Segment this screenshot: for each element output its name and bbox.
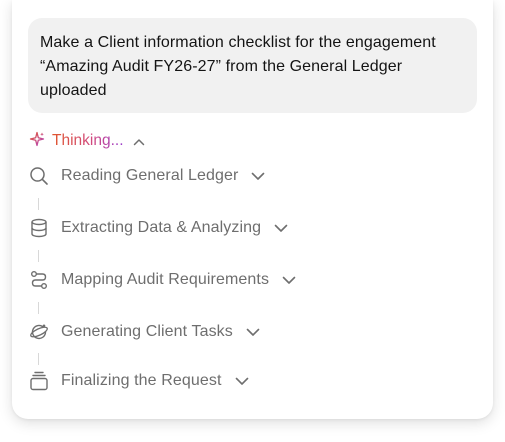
step-label: Generating Client Tasks [61, 323, 233, 340]
thinking-label: Thinking... [52, 132, 124, 149]
step-extracting-data[interactable]: Extracting Data & Analyzing [29, 216, 469, 240]
search-icon [29, 166, 49, 186]
chat-panel: Make a Client information checklist for … [12, 0, 493, 419]
orbit-icon [29, 322, 49, 342]
chevron-down-icon[interactable] [282, 276, 296, 285]
step-connector [38, 353, 39, 365]
user-prompt-text: Make a Client information checklist for … [40, 34, 436, 99]
step-label: Reading General Ledger [61, 167, 239, 184]
chevron-up-icon[interactable] [133, 133, 145, 151]
chevron-down-icon[interactable] [246, 328, 260, 337]
chevron-down-icon[interactable] [251, 172, 265, 181]
chevron-down-icon[interactable] [274, 224, 288, 233]
step-reading-general-ledger[interactable]: Reading General Ledger [29, 164, 469, 188]
database-icon [29, 218, 49, 238]
chevron-down-icon[interactable] [235, 377, 249, 386]
route-icon [29, 270, 49, 290]
step-finalizing-request[interactable]: Finalizing the Request [29, 369, 469, 393]
sparkle-icon [29, 131, 45, 152]
stack-icon [29, 371, 49, 391]
step-mapping-audit-requirements[interactable]: Mapping Audit Requirements [29, 268, 469, 292]
step-label: Mapping Audit Requirements [61, 271, 270, 288]
step-connector [38, 250, 39, 262]
thinking-toggle[interactable]: Thinking... [29, 130, 145, 152]
step-connector [38, 198, 39, 210]
step-label: Finalizing the Request [61, 372, 222, 389]
step-connector [38, 302, 39, 314]
step-generating-client-tasks[interactable]: Generating Client Tasks [29, 320, 469, 344]
user-prompt-bubble: Make a Client information checklist for … [28, 18, 477, 113]
step-label: Extracting Data & Analyzing [61, 219, 262, 236]
